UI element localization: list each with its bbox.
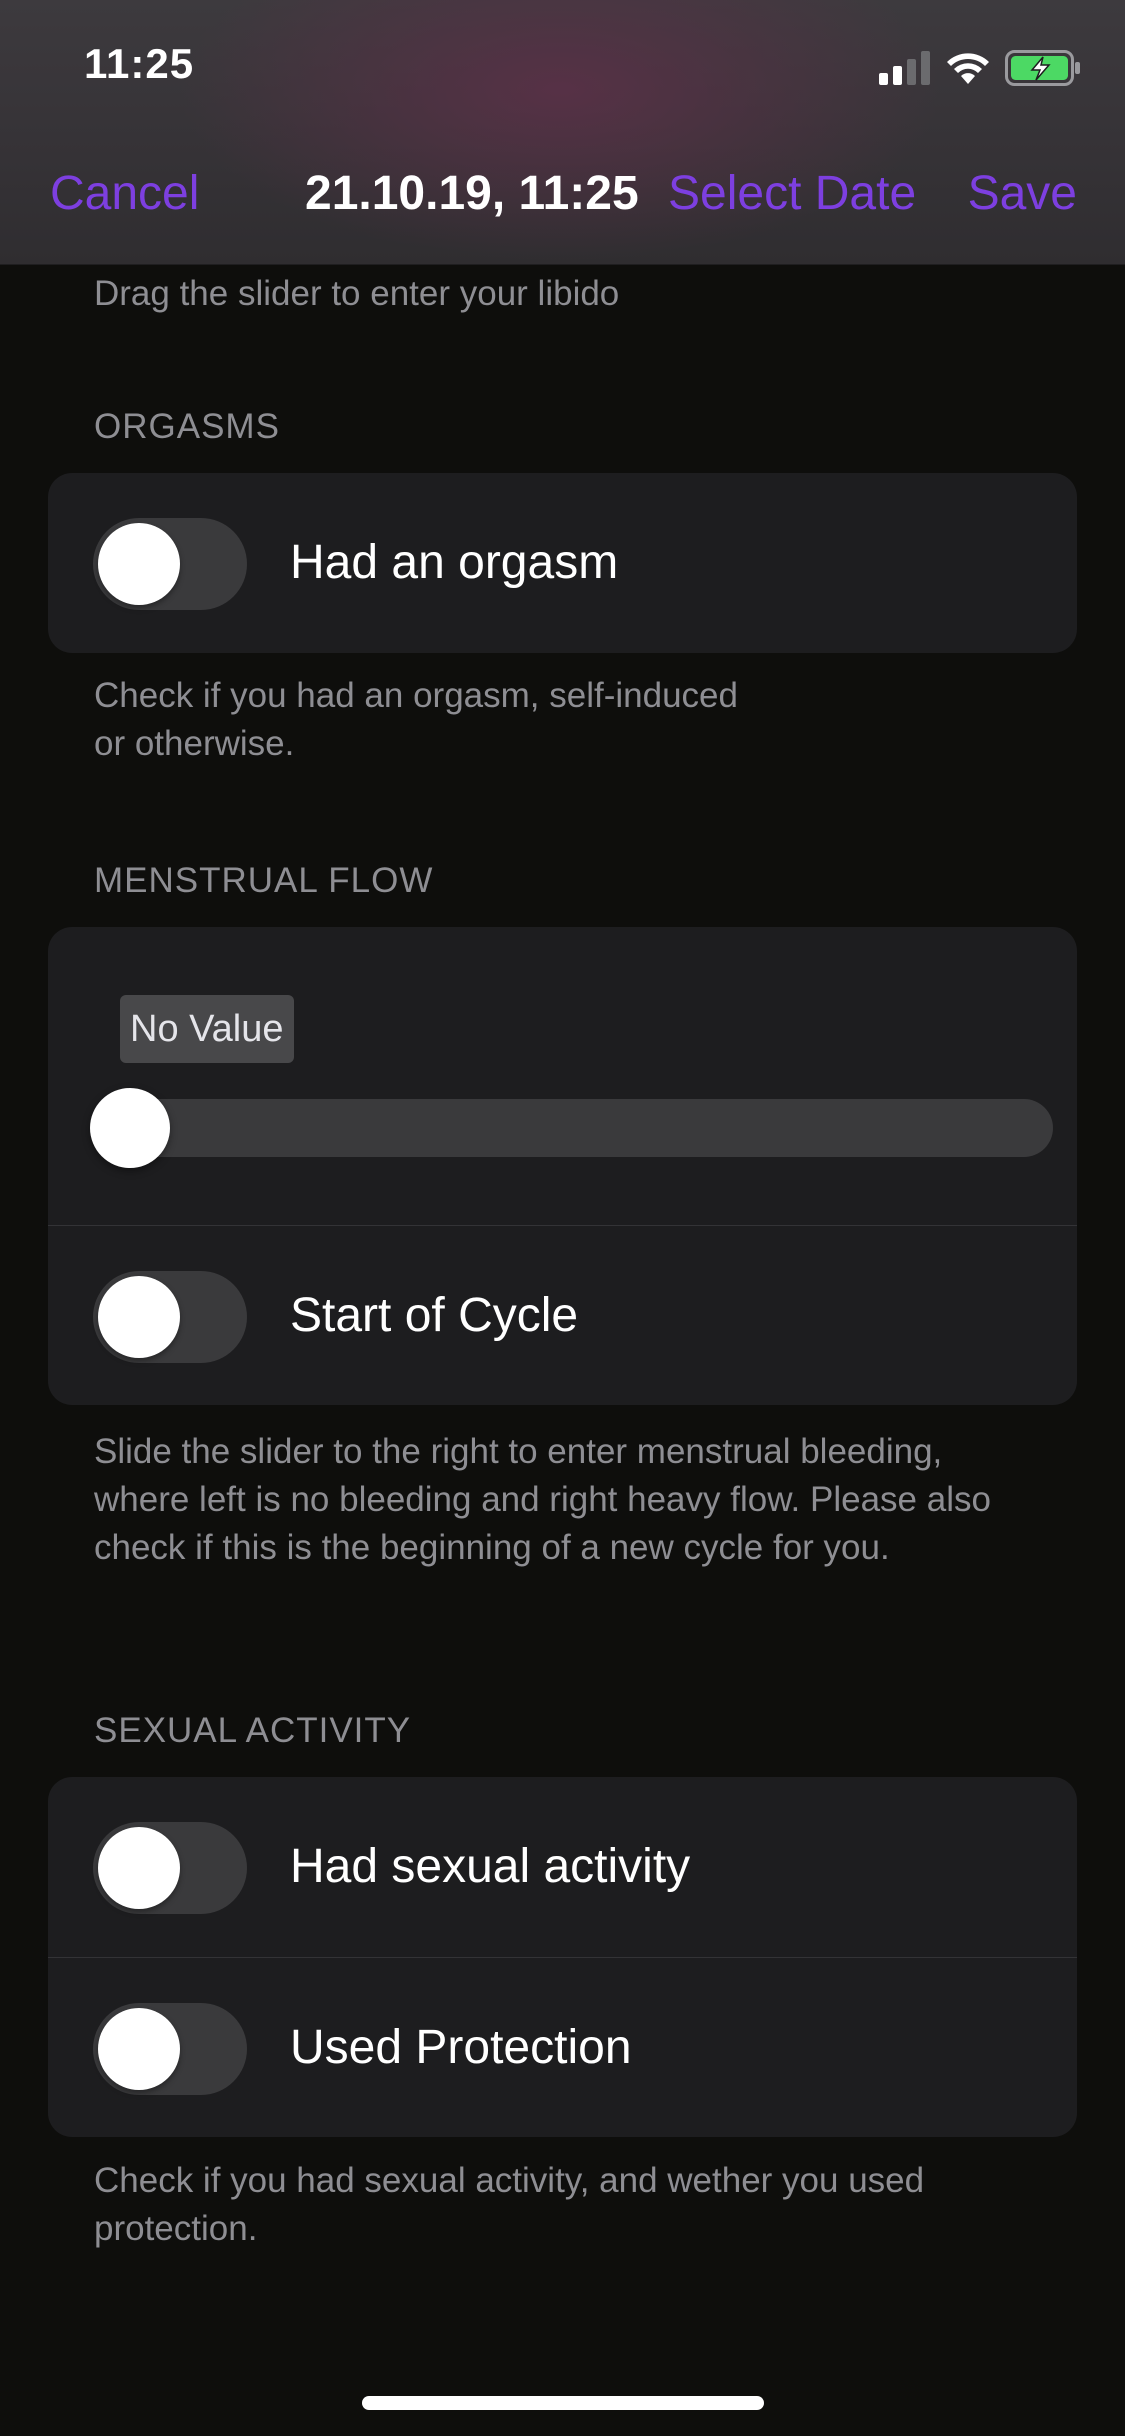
navigation-bar: 11:25 Cancel 21.10.19, 11:25 Select Date… bbox=[0, 0, 1125, 265]
slider-value-badge: No Value bbox=[120, 995, 294, 1063]
toggle-knob bbox=[98, 2008, 180, 2090]
used-protection-row[interactable]: Used Protection bbox=[48, 1957, 1077, 2137]
cellular-signal-icon bbox=[879, 50, 931, 90]
used-protection-label: Used Protection bbox=[290, 2021, 632, 2074]
menstrual-flow-slider-thumb[interactable] bbox=[90, 1088, 170, 1168]
select-date-button[interactable]: Select Date bbox=[668, 166, 916, 221]
used-protection-toggle[interactable] bbox=[93, 2003, 247, 2095]
libido-footer: Drag the slider to enter your libido bbox=[94, 274, 620, 313]
toggle-knob bbox=[98, 523, 180, 605]
menstrual-flow-footer: Slide the slider to the right to enter m… bbox=[94, 1432, 991, 1567]
had-orgasm-label: Had an orgasm bbox=[290, 536, 619, 589]
menstrual-flow-card: No Value Start of Cycle bbox=[48, 927, 1077, 1405]
status-time: 11:25 bbox=[84, 40, 195, 87]
battery-charging-icon bbox=[1005, 49, 1081, 91]
had-sexual-activity-toggle[interactable] bbox=[93, 1822, 247, 1914]
orgasms-footer-line-2: or otherwise. bbox=[94, 724, 295, 763]
menstrual-flow-slider-row: No Value bbox=[48, 927, 1077, 1225]
section-header-orgasms: ORGASMS bbox=[94, 407, 280, 446]
status-icons bbox=[879, 49, 1081, 91]
cancel-button[interactable]: Cancel bbox=[50, 166, 199, 221]
start-of-cycle-label: Start of Cycle bbox=[290, 1289, 579, 1342]
orgasm-row[interactable]: Had an orgasm bbox=[48, 473, 1077, 653]
had-sexual-activity-label: Had sexual activity bbox=[290, 1840, 691, 1893]
nav-title-date: 21.10.19, 11:25 bbox=[305, 167, 639, 220]
sexual-activity-footer: Check if you had sexual activity, and we… bbox=[94, 2161, 925, 2248]
menstrual-flow-slider-track[interactable] bbox=[96, 1099, 1053, 1157]
toggle-knob bbox=[98, 1827, 180, 1909]
orgasms-footer-line-1: Check if you had an orgasm, self-induced bbox=[94, 676, 738, 715]
had-sexual-activity-row[interactable]: Had sexual activity bbox=[48, 1777, 1077, 1957]
had-orgasm-toggle[interactable] bbox=[93, 518, 247, 610]
section-header-menstrual-flow: MENSTRUAL FLOW bbox=[94, 861, 434, 900]
orgasms-footer: Check if you had an orgasm, self-induced… bbox=[94, 672, 1034, 768]
home-indicator[interactable] bbox=[362, 2396, 764, 2410]
save-button[interactable]: Save bbox=[968, 166, 1077, 221]
start-of-cycle-toggle[interactable] bbox=[93, 1271, 247, 1363]
section-header-sexual-activity: SEXUAL ACTIVITY bbox=[94, 1711, 412, 1750]
wifi-icon bbox=[945, 51, 991, 90]
screen: 11:25 Cancel 21.10.19, 11:25 Select Date… bbox=[0, 0, 1125, 2436]
sexual-activity-card: Had sexual activity Used Protection bbox=[48, 1777, 1077, 2137]
start-of-cycle-row[interactable]: Start of Cycle bbox=[48, 1225, 1077, 1405]
orgasms-card: Had an orgasm bbox=[48, 473, 1077, 653]
toggle-knob bbox=[98, 1276, 180, 1358]
